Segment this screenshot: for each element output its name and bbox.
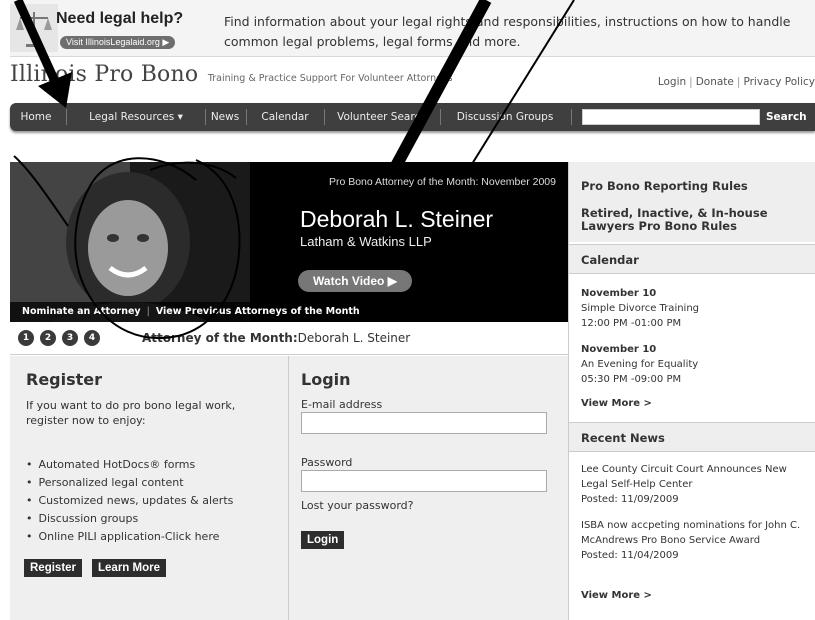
event-title: An Evening for Equality (581, 359, 699, 370)
visit-illinoislegalaid-button[interactable]: Visit IllinoisLegalaid.org ▶ (60, 36, 176, 49)
banner-description: Find information about your legal rights… (224, 14, 791, 49)
news-item[interactable]: Lee County Circuit Court Announces New L… (581, 462, 806, 507)
news-title: ISBA now accpeting nominations for John … (581, 520, 801, 546)
pager-dot-1[interactable]: 1 (18, 330, 34, 346)
attorney-of-month-hero: Pro Bono Attorney of the Month: November… (10, 162, 568, 322)
login-link[interactable]: Login (658, 76, 686, 88)
register-intro: If you want to do pro bono legal work, r… (26, 399, 236, 427)
logo-text: Illinois Pro Bono (10, 62, 199, 87)
pager-dot-2[interactable]: 2 (40, 330, 56, 346)
attorney-firm: Latham & Watkins LLP (300, 234, 432, 249)
login-panel: Login E-mail address Password Lost your … (289, 356, 568, 620)
email-label: E-mail address (301, 398, 383, 411)
search-input[interactable] (582, 109, 760, 125)
nominate-attorney-link[interactable]: Nominate an Attorney (22, 306, 141, 317)
legal-help-banner: Need legal help? Visit IllinoisLegalaid.… (10, 0, 815, 57)
event-time: 05:30 PM -09:00 PM (581, 374, 682, 385)
login-button[interactable]: Login (301, 531, 345, 549)
search-button[interactable]: Search (766, 103, 807, 131)
email-field[interactable] (301, 412, 547, 434)
learn-more-button[interactable]: Learn More (92, 559, 166, 577)
nav-discussion-groups[interactable]: Discussion Groups (441, 103, 569, 131)
banner-title: Need legal help? (56, 10, 184, 27)
list-item: Discussion groups (26, 510, 233, 528)
register-benefits-list: Automated HotDocs® forms Personalized le… (26, 456, 234, 546)
event-date: November 10 (581, 344, 657, 355)
pro-bono-reporting-rules-link[interactable]: Pro Bono Reporting Rules (581, 180, 748, 193)
hero-overline: Pro Bono Attorney of the Month: November… (328, 176, 556, 188)
pager-label-name: Deborah L. Steiner (297, 331, 411, 345)
news-title: Lee County Circuit Court Announces New L… (581, 464, 787, 490)
event-date: November 10 (581, 288, 657, 299)
nav-legal-resources[interactable]: Legal Resources ▾ (67, 103, 205, 131)
password-field[interactable] (301, 470, 547, 492)
news-view-more-link[interactable]: View More > (581, 590, 652, 601)
nav-divider (571, 109, 572, 125)
pager-dot-3[interactable]: 3 (62, 330, 78, 346)
nav-home[interactable]: Home (10, 103, 62, 131)
recent-news-heading: Recent News (569, 422, 815, 452)
event-time: 12:00 PM -01:00 PM (581, 318, 682, 329)
news-item[interactable]: ISBA now accpeting nominations for John … (581, 518, 806, 563)
hero-pager: 1 2 3 4 Attorney of the Month:Deborah L.… (10, 324, 568, 355)
nav-calendar[interactable]: Calendar (247, 103, 323, 131)
lost-password-link[interactable]: Lost your password? (301, 499, 414, 512)
retired-inactive-rules-link[interactable]: Retired, Inactive, & In-house Lawyers Pr… (581, 207, 806, 233)
pager-dot-4[interactable]: 4 (84, 330, 100, 346)
list-item: Customized news, updates & alerts (26, 492, 234, 510)
calendar-event[interactable]: November 10 Simple Divorce Training 12:0… (581, 286, 806, 331)
logo-tagline: Training & Practice Support For Voluntee… (207, 73, 453, 84)
register-button[interactable]: Register (24, 559, 83, 577)
event-title: Simple Divorce Training (581, 303, 700, 314)
attorney-photo (10, 162, 250, 322)
pili-application-link[interactable]: Online PILI application-Click here (26, 528, 233, 546)
nav-news[interactable]: News (206, 103, 244, 131)
previous-attorneys-link[interactable]: View Previous Attorneys of the Month (156, 306, 360, 317)
list-item: Personalized legal content (26, 474, 233, 492)
password-label: Password (301, 456, 353, 469)
sidebar: Pro Bono Reporting Rules Retired, Inacti… (568, 162, 815, 620)
news-posted: Posted: 11/04/2009 (581, 550, 679, 561)
calendar-heading: Calendar (569, 244, 815, 274)
privacy-policy-link[interactable]: Privacy Policy (743, 76, 815, 88)
site-logo[interactable]: Illinois Pro Bono Training & Practice Su… (10, 62, 453, 92)
pager-label: Attorney of the Month:Deborah L. Steiner (142, 331, 410, 345)
scales-of-justice-icon (10, 4, 58, 52)
calendar-event[interactable]: November 10 An Evening for Equality 05:3… (581, 342, 806, 387)
list-item: Automated HotDocs® forms (26, 456, 233, 474)
hero-link-bar: Nominate an Attorney | View Previous Attor… (10, 302, 568, 322)
nav-volunteer-search[interactable]: Volunteer Search (325, 103, 439, 131)
pager-label-prefix: Attorney of the Month: (142, 331, 298, 345)
utility-links: Login | Donate | Privacy Policy (657, 76, 815, 88)
main-nav: Home Legal Resources ▾ News Calendar Vol… (10, 103, 815, 131)
register-panel: Register If you want to do pro bono lega… (10, 356, 289, 620)
login-heading: Login (301, 370, 351, 389)
news-posted: Posted: 11/09/2009 (581, 494, 679, 505)
calendar-view-more-link[interactable]: View More > (581, 398, 652, 409)
donate-link[interactable]: Donate (696, 76, 734, 88)
watch-video-button[interactable]: Watch Video ▶ (298, 270, 412, 292)
register-heading: Register (26, 370, 103, 389)
attorney-name: Deborah L. Steiner (300, 206, 494, 232)
